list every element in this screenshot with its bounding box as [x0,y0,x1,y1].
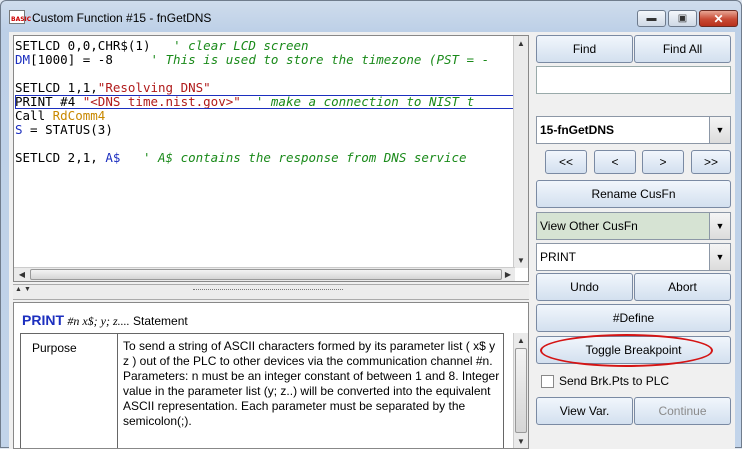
code-token: SETLCD [15,38,61,53]
code-token: RdComm4 [45,108,106,123]
code-token: SETLCD [15,150,61,165]
code-token: ' A$ contains the response from DNS serv… [120,150,467,165]
horizontal-scroll-thumb[interactable] [30,269,502,280]
code-token: "Resolving DNS" [97,80,211,95]
help-scroll-up-icon[interactable]: ▲ [514,334,528,347]
help-scroll-thumb[interactable] [515,348,527,433]
code-token: ' This is used to store the timezone (PS… [150,52,490,67]
last-function-button[interactable]: >> [691,150,731,174]
editor-vertical-scrollbar[interactable]: ▲ ▼ [513,36,528,268]
code-line[interactable] [15,67,489,81]
previous-function-button[interactable]: < [594,150,636,174]
code-token: SETLCD [15,80,61,95]
send-brk-pts-label: Send Brk.Pts to PLC [559,374,670,388]
help-paragraph-parameters: Parameters: n must be an integer constan… [123,369,500,428]
code-token: (1) [127,38,166,53]
code-token: ' make a connection to NIST t [240,94,475,109]
first-function-button[interactable]: << [545,150,587,174]
abort-button[interactable]: Abort [634,273,731,301]
code-token: DM [15,52,31,67]
find-button[interactable]: Find [536,35,633,63]
minimize-button[interactable]: ▬ [637,10,666,27]
editor-horizontal-scrollbar[interactable]: ◀ ▶ [14,267,515,281]
splitter-down-icon[interactable]: ▼ [24,286,31,293]
help-pane: PRINT #n x$; y; z.... Statement Purpose … [13,302,529,449]
code-line[interactable]: PRINT #4 "<DNS time.nist.gov>" ' make a … [15,95,489,109]
maximize-button[interactable]: ▣ [668,10,697,27]
help-paragraph-purpose: To send a string of ASCII characters for… [123,339,496,368]
splitter[interactable]: ▲ ▼ [13,284,529,300]
code-line[interactable]: SETLCD 0,0,CHR$(1) ' clear LCD screen [15,39,489,53]
scroll-up-arrow-icon[interactable]: ▲ [514,37,528,50]
code-line[interactable]: Call RdComm4 [15,109,489,123]
rename-cusfn-button[interactable]: Rename CusFn [536,180,731,208]
code-token: STATUS [45,122,91,137]
undo-button[interactable]: Undo [536,273,633,301]
help-command: PRINT [22,312,64,328]
view-var-button[interactable]: View Var. [536,397,633,425]
keyword-select-value: PRINT [540,250,576,264]
code-line[interactable] [15,137,489,151]
help-kind: Statement [133,314,188,328]
app-icon: BASIC [9,10,31,24]
send-brk-pts-checkbox[interactable] [541,375,554,388]
code-line[interactable]: DM[1000] = -8 ' This is used to store th… [15,53,489,67]
splitter-grip [193,289,343,290]
close-button[interactable]: ✕ [699,10,738,27]
window-title: Custom Function #15 - fnGetDNS [32,11,212,25]
code-token: #4 [52,94,83,109]
highlight-ellipse [540,334,713,367]
code-line[interactable]: SETLCD 1,1,"Resolving DNS" [15,81,489,95]
help-table: Purpose To send a string of ASCII charac… [20,333,504,448]
help-row-label: Purpose [32,341,77,355]
code-token: [1000] = -8 [30,52,151,67]
help-description: To send a string of ASCII characters for… [123,339,503,429]
search-input[interactable] [536,66,731,94]
code-token: CHR$ [97,38,128,53]
scroll-right-arrow-icon[interactable]: ▶ [501,268,515,281]
view-other-cusfn-select[interactable]: View Other CusFn ▼ [536,212,731,240]
help-params: #n x$; y; z.... [67,314,130,328]
code-token: 0,0, [60,38,98,53]
code-token: = [22,122,46,137]
client-area: SETLCD 0,0,CHR$(1) ' clear LCD screen DM[… [9,32,735,449]
keyword-select[interactable]: PRINT ▼ [536,243,731,271]
splitter-up-icon[interactable]: ▲ [15,286,22,293]
scroll-down-arrow-icon[interactable]: ▼ [514,254,528,267]
help-title: PRINT #n x$; y; z.... Statement [22,312,188,329]
code-line[interactable]: S = STATUS(3) [15,123,489,137]
code-token: S [15,122,23,137]
chevron-down-icon[interactable]: ▼ [709,244,730,270]
code-line[interactable]: SETLCD 2,1, A$ ' A$ contains the respons… [15,151,489,165]
view-other-cusfn-value: View Other CusFn [540,219,638,233]
chevron-down-icon[interactable]: ▼ [709,213,730,239]
function-select[interactable]: 15-fnGetDNS ▼ [536,116,731,144]
help-scroll-down-icon[interactable]: ▼ [514,435,528,448]
code-token: 1,1, [60,80,98,95]
title-bar[interactable]: BASIC Custom Function #15 - fnGetDNS ▬ ▣… [1,1,741,31]
continue-button[interactable]: Continue [634,397,731,425]
code-token: "<DNS time.nist.gov>" [82,94,241,109]
code-token: ' clear LCD screen [165,38,309,53]
code-text[interactable]: SETLCD 0,0,CHR$(1) ' clear LCD screen DM[… [15,39,489,165]
scroll-left-arrow-icon[interactable]: ◀ [15,268,29,281]
code-token: PRINT [15,94,53,109]
function-select-value: 15-fnGetDNS [540,123,615,137]
help-vertical-scrollbar[interactable]: ▲ ▼ [513,333,528,448]
find-all-button[interactable]: Find All [634,35,731,63]
code-editor[interactable]: SETLCD 0,0,CHR$(1) ' clear LCD screen DM[… [13,35,529,282]
code-token: A$ [105,150,121,165]
next-function-button[interactable]: > [642,150,684,174]
code-token: Call [15,108,46,123]
application-window: BASIC Custom Function #15 - fnGetDNS ▬ ▣… [0,0,742,449]
chevron-down-icon[interactable]: ▼ [709,117,730,143]
table-divider [117,334,118,448]
define-button[interactable]: #Define [536,304,731,332]
code-token: (3) [90,122,113,137]
code-token: 2,1, [60,150,106,165]
